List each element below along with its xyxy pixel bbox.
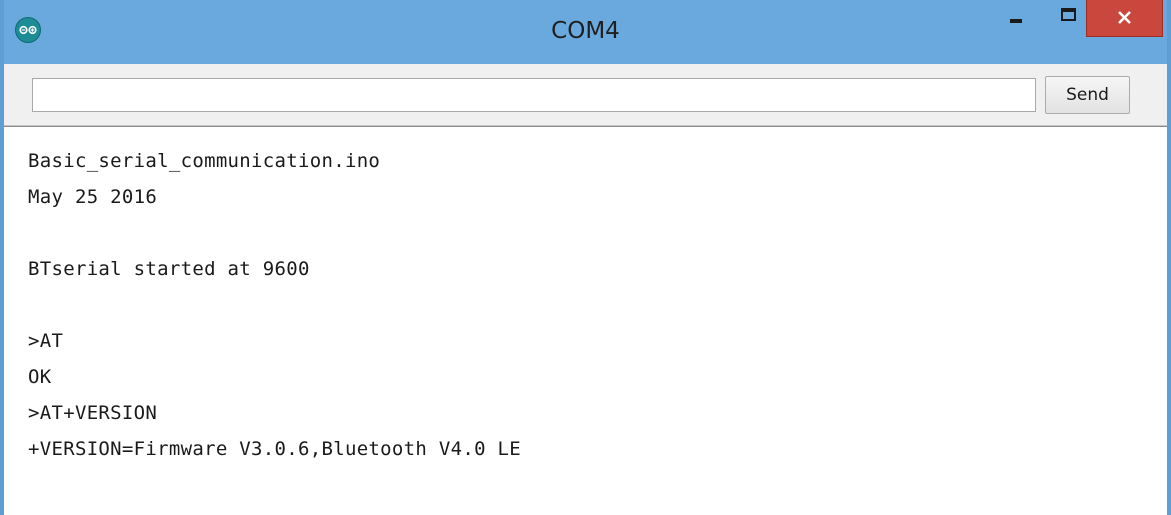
minimize-icon [1010, 19, 1022, 23]
window-title: COM4 [551, 18, 620, 44]
serial-monitor-window: COM4 Send Basic_serial_communication.ino… [0, 0, 1171, 515]
serial-output-pane[interactable]: Basic_serial_communication.ino May 25 20… [4, 126, 1167, 515]
title-bar[interactable]: COM4 [4, 0, 1167, 64]
output-line: +VERSION=Firmware V3.0.6,Bluetooth V4.0 … [28, 438, 522, 460]
send-button[interactable]: Send [1045, 76, 1130, 114]
maximize-button[interactable] [1049, 0, 1089, 34]
output-line: OK [28, 366, 52, 388]
close-icon [1118, 11, 1131, 24]
output-line: Basic_serial_communication.ino [28, 150, 381, 172]
serial-input[interactable] [32, 78, 1036, 112]
output-line: BTserial started at 9600 [28, 258, 310, 280]
output-line: May 25 2016 [28, 186, 158, 208]
close-button[interactable] [1086, 0, 1163, 37]
output-line: >AT [28, 330, 64, 352]
send-bar: Send [4, 64, 1167, 126]
maximize-icon [1061, 8, 1076, 21]
minimize-button[interactable] [997, 0, 1037, 34]
output-line: >AT+VERSION [28, 402, 158, 424]
